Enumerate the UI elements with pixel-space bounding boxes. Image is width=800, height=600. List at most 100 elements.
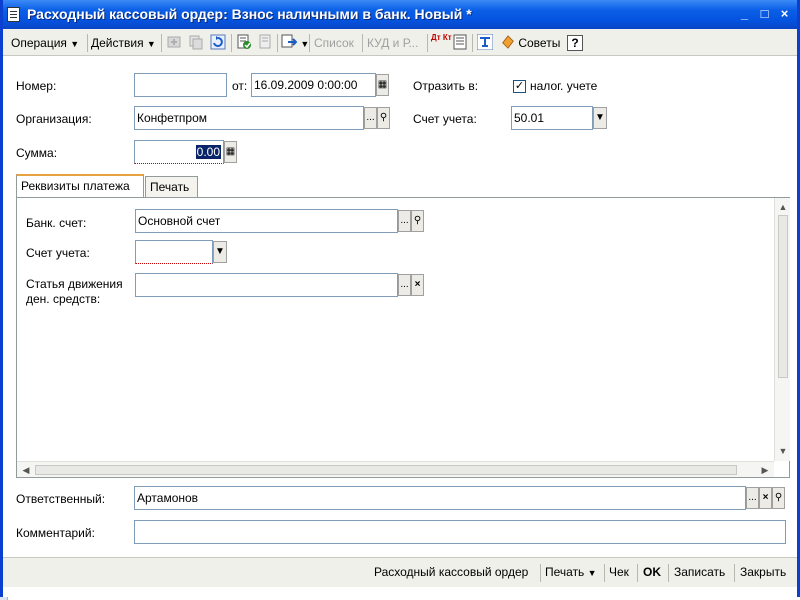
date-label: от: (232, 79, 248, 93)
toolbar-divider (362, 34, 363, 52)
bottom-command-bar: Расходный кассовый ордер Печать ▼ Чек OK… (3, 557, 797, 587)
number-input[interactable] (134, 73, 227, 97)
responsible-input[interactable]: Артамонов (134, 486, 746, 510)
search-icon: ⚲ (379, 112, 388, 123)
scroll-left-arrow[interactable]: ◀ (19, 463, 33, 477)
checkmark-icon: ✓ (514, 80, 525, 92)
number-label: Номер: (16, 79, 57, 93)
minimize-button[interactable]: _ (736, 6, 753, 23)
bank-account-open-button[interactable]: ⚲ (411, 210, 424, 232)
horizontal-scroll-thumb[interactable] (35, 465, 737, 475)
tab-payment-details[interactable]: Реквизиты платежа (16, 174, 144, 198)
comment-input[interactable] (134, 520, 786, 544)
chevron-down-icon: ▼ (300, 39, 310, 49)
add-icon[interactable] (166, 34, 182, 50)
responsible-select-button[interactable]: ... (746, 487, 759, 509)
payment-account-label: Счет учета: (26, 246, 90, 260)
vertical-scrollbar[interactable]: ▲ ▼ (774, 198, 790, 461)
lightbulb-icon (502, 35, 514, 49)
calendar-button[interactable]: ▦ (376, 74, 389, 96)
search-icon: ⚲ (413, 215, 422, 226)
bottom-divider (540, 564, 541, 582)
toolbar-divider (231, 34, 232, 52)
search-icon: ⚲ (774, 492, 783, 503)
toolbar-divider (309, 34, 310, 52)
print-menu-button[interactable]: Печать ▼ (545, 565, 597, 579)
vertical-scroll-thumb[interactable] (778, 215, 788, 378)
bank-account-input[interactable]: Основной счет (135, 209, 398, 233)
cashflow-input[interactable] (135, 273, 398, 297)
save-button[interactable]: Записать (674, 565, 725, 579)
payment-account-dropdown-button[interactable]: ▼ (213, 241, 227, 263)
organization-select-button[interactable]: ... (364, 107, 377, 129)
organization-open-button[interactable]: ⚲ (377, 107, 390, 129)
cashflow-select-button[interactable]: ... (398, 274, 411, 296)
document-icon (7, 7, 20, 22)
payment-account-input[interactable] (135, 240, 213, 264)
responsible-clear-button[interactable]: × (759, 487, 772, 509)
document-window: Расходный кассовый ордер: Взнос наличным… (0, 0, 800, 597)
scroll-down-arrow[interactable]: ▼ (776, 444, 790, 458)
based-on-menu[interactable]: ▼ (281, 33, 309, 53)
scroll-up-arrow[interactable]: ▲ (776, 200, 790, 214)
bank-account-select-button[interactable]: ... (398, 210, 411, 232)
calculator-button[interactable]: ▦ (224, 141, 237, 163)
horizontal-scrollbar[interactable]: ◀ ▶ (17, 461, 774, 477)
cash-order-button[interactable]: Расходный кассовый ордер (374, 565, 528, 579)
bottom-divider (604, 564, 605, 582)
scroll-right-arrow[interactable]: ▶ (758, 463, 772, 477)
report-icon[interactable] (452, 34, 468, 50)
toolbar-divider (427, 34, 428, 52)
title-bar[interactable]: Расходный кассовый ордер: Взнос наличным… (3, 0, 797, 29)
tips-button[interactable]: Советы (501, 33, 560, 53)
sum-input[interactable]: 0.00 (134, 140, 224, 164)
bottom-divider (668, 564, 669, 582)
cashflow-clear-button[interactable]: × (411, 274, 424, 296)
tab-print[interactable]: Печать (145, 176, 198, 198)
chevron-down-icon: ▼ (215, 246, 225, 257)
dtkt-label: Дт Кт (431, 33, 452, 42)
kud-button[interactable]: КУД и Р... (367, 33, 418, 53)
ok-button[interactable]: OK (643, 565, 661, 579)
post-document-icon[interactable] (236, 34, 252, 50)
help-button[interactable]: ? (567, 35, 583, 51)
list-button[interactable]: Список (314, 33, 354, 53)
refresh-icon[interactable] (210, 34, 226, 50)
bank-account-label: Банк. счет: (26, 216, 87, 230)
calendar-icon: ▦ (377, 79, 388, 90)
organization-input[interactable]: Конфетпром (134, 106, 364, 130)
sum-label: Сумма: (16, 146, 58, 160)
comment-label: Комментарий: (16, 526, 95, 540)
tab-panel: Банк. счет: Основной счет ... ⚲ Счет уче… (16, 197, 790, 478)
window-title: Расходный кассовый ордер: Взнос наличным… (27, 6, 472, 22)
account-dropdown-button[interactable]: ▼ (593, 107, 607, 129)
operation-menu[interactable]: Операция ▼ (11, 33, 79, 53)
check-button[interactable]: Чек (609, 565, 629, 579)
chevron-down-icon: ▼ (595, 112, 605, 123)
date-input[interactable]: 16.09.2009 0:00:00 (251, 73, 376, 97)
print-label: Печать (545, 565, 585, 579)
close-form-button[interactable]: Закрыть (740, 565, 786, 579)
copy-icon[interactable] (188, 34, 204, 50)
clear-icon: × (762, 492, 769, 503)
structure-icon[interactable] (477, 34, 493, 50)
tax-label: налог. учете (530, 79, 598, 93)
dtkt-button[interactable]: Дт Кт (431, 33, 452, 53)
account-input[interactable]: 50.01 (511, 106, 593, 130)
toolbar: Операция ▼ Действия ▼ ▼ Список КУД и Р..… (3, 29, 797, 56)
clear-icon: × (414, 279, 421, 290)
actions-menu-label: Действия (91, 36, 144, 50)
reflect-label: Отразить в: (413, 79, 479, 93)
maximize-button[interactable]: □ (756, 6, 773, 23)
cashflow-label: Статья движения ден. средств: (26, 277, 123, 307)
account-label: Счет учета: (413, 112, 477, 126)
chevron-down-icon: ▼ (70, 39, 80, 49)
toolbar-divider (87, 34, 88, 52)
unpost-document-icon[interactable] (258, 34, 274, 50)
close-button[interactable]: × (776, 6, 793, 23)
tax-checkbox[interactable]: ✓ (513, 80, 526, 93)
tips-label: Советы (518, 36, 561, 50)
responsible-open-button[interactable]: ⚲ (772, 487, 785, 509)
actions-menu[interactable]: Действия ▼ (91, 33, 156, 53)
cashflow-label-line2: ден. средств: (26, 292, 101, 306)
